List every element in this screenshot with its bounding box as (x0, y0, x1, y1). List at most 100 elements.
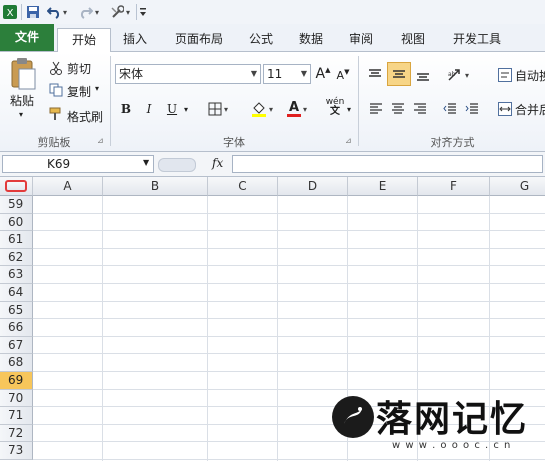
tab-insert[interactable]: 插入 (112, 28, 158, 51)
save-icon[interactable] (25, 3, 41, 21)
tools-icon[interactable]: ▾ (110, 3, 130, 21)
ribbon: 粘贴 ▾ 剪切 复制 ▾ 格式刷 剪贴板 ⊿ 宋体 ▼ 11 ▼ A ▲ A ▼ B… (0, 52, 545, 152)
column-header-c[interactable]: C (208, 177, 278, 196)
row-header-65[interactable]: 65 (0, 301, 33, 320)
orientation-button[interactable]: ab ▾ (444, 64, 472, 86)
merge-center-button[interactable] (496, 98, 514, 120)
font-size-select[interactable]: 11 ▼ (263, 64, 311, 84)
column-header-e[interactable]: E (348, 177, 418, 196)
row-header-68[interactable]: 68 (0, 354, 33, 372)
name-box-value: K69 (47, 157, 71, 171)
row-header-60[interactable]: 60 (0, 213, 33, 232)
font-launcher-icon[interactable]: ⊿ (345, 136, 352, 145)
copy-dropdown-icon[interactable]: ▾ (95, 84, 99, 93)
tab-developer[interactable]: 开发工具 (444, 28, 510, 51)
grid-column-line (102, 196, 103, 461)
wrap-text-icon (498, 68, 512, 82)
align-right-icon (414, 103, 426, 114)
font-name-select[interactable]: 宋体 ▼ (115, 64, 261, 84)
underline-dropdown-icon[interactable]: ▾ (181, 98, 191, 120)
font-color-icon: A (288, 99, 300, 115)
increase-indent-button[interactable] (462, 98, 482, 120)
name-box[interactable]: K69 ▼ (2, 155, 154, 173)
tab-file[interactable]: 文件 (0, 24, 54, 51)
cut-icon[interactable] (48, 60, 64, 76)
grow-font-button[interactable]: A ▲ (314, 63, 332, 85)
wrap-text-label[interactable]: 自动换 (515, 67, 545, 84)
fill-color-button[interactable]: ▾ (247, 98, 277, 120)
chevron-down-icon: ▼ (143, 158, 150, 167)
align-right-button[interactable] (410, 98, 430, 120)
customize-icon[interactable] (138, 3, 148, 21)
redo-icon[interactable]: ▾ (78, 3, 100, 21)
font-group-label: 字体 (223, 136, 245, 149)
insert-function-icon[interactable]: fx (212, 156, 223, 170)
paste-label[interactable]: 粘贴 (10, 92, 34, 109)
row-header-69[interactable]: 69 (0, 372, 33, 390)
format-painter-icon[interactable] (48, 106, 64, 122)
row-header-62[interactable]: 62 (0, 248, 33, 267)
row-header-66[interactable]: 66 (0, 319, 33, 337)
clipboard-launcher-icon[interactable]: ⊿ (97, 136, 104, 145)
row-header-73[interactable]: 73 (0, 442, 33, 460)
decrease-indent-button[interactable] (440, 98, 460, 120)
underline-button[interactable]: U (163, 98, 181, 120)
column-header-f[interactable]: F (418, 177, 490, 196)
paste-icon[interactable] (8, 56, 38, 92)
ribbon-tabs: 文件 开始 插入 页面布局 公式 数据 审阅 视图 开发工具 (0, 24, 545, 53)
tab-page-layout[interactable]: 页面布局 (164, 28, 234, 51)
column-header-b[interactable]: B (103, 177, 208, 196)
row-header-61[interactable]: 61 (0, 231, 33, 249)
copy-label[interactable]: 复制 (67, 83, 91, 100)
align-middle-icon (393, 70, 405, 78)
undo-icon[interactable]: ▾ (46, 3, 68, 21)
column-header-g[interactable]: G (490, 177, 545, 196)
row-header-64[interactable]: 64 (0, 284, 33, 302)
column-header-a[interactable]: A (33, 177, 103, 196)
align-center-button[interactable] (388, 98, 408, 120)
column-header-d[interactable]: D (278, 177, 348, 196)
row-header-72[interactable]: 72 (0, 424, 33, 443)
wrap-text-button[interactable] (496, 64, 514, 86)
excel-logo-icon[interactable]: X (2, 3, 18, 21)
grid-row-line (33, 318, 545, 320)
tab-review[interactable]: 审阅 (338, 28, 384, 51)
chevron-down-icon: ▼ (300, 69, 307, 78)
select-all-corner[interactable] (0, 177, 33, 196)
grid-row-line (33, 212, 545, 214)
grid-column-line (277, 196, 278, 461)
cut-label[interactable]: 剪切 (67, 60, 91, 77)
bold-button[interactable]: B (117, 98, 135, 120)
paste-dropdown-icon[interactable]: ▾ (19, 110, 23, 119)
fill-color-icon (251, 102, 266, 117)
italic-button[interactable]: I (140, 98, 158, 120)
borders-button[interactable]: ▾ (204, 98, 232, 120)
font-color-button[interactable]: A ▾ (282, 98, 312, 120)
tab-home[interactable]: 开始 (57, 28, 111, 53)
format-painter-label[interactable]: 格式刷 (67, 108, 103, 125)
align-middle-button[interactable] (387, 62, 411, 86)
grid-row-line (33, 371, 545, 372)
grid-row-line (33, 247, 545, 249)
formula-bar-splitter[interactable] (158, 158, 196, 172)
tab-data[interactable]: 数据 (288, 28, 334, 51)
row-header-63[interactable]: 63 (0, 266, 33, 284)
formula-input[interactable] (232, 155, 543, 173)
shrink-font-icon: A (336, 68, 345, 82)
phonetic-dropdown-icon[interactable]: ▾ (344, 98, 354, 120)
row-header-70[interactable]: 70 (0, 389, 33, 408)
watermark-text: 落网记忆 (376, 399, 529, 440)
row-header-71[interactable]: 71 (0, 407, 33, 425)
merge-center-label[interactable]: 合并后 (515, 101, 545, 118)
grid-row-line (33, 353, 545, 355)
align-top-button[interactable] (364, 64, 386, 86)
tab-view[interactable]: 视图 (390, 28, 436, 51)
tab-formulas[interactable]: 公式 (238, 28, 284, 51)
row-header-59[interactable]: 59 (0, 196, 33, 214)
shrink-font-button[interactable]: A ▼ (334, 64, 352, 86)
copy-icon[interactable] (48, 82, 64, 98)
row-header-67[interactable]: 67 (0, 336, 33, 355)
grid-row-line (33, 283, 545, 284)
align-left-button[interactable] (366, 98, 386, 120)
align-bottom-button[interactable] (412, 64, 434, 86)
